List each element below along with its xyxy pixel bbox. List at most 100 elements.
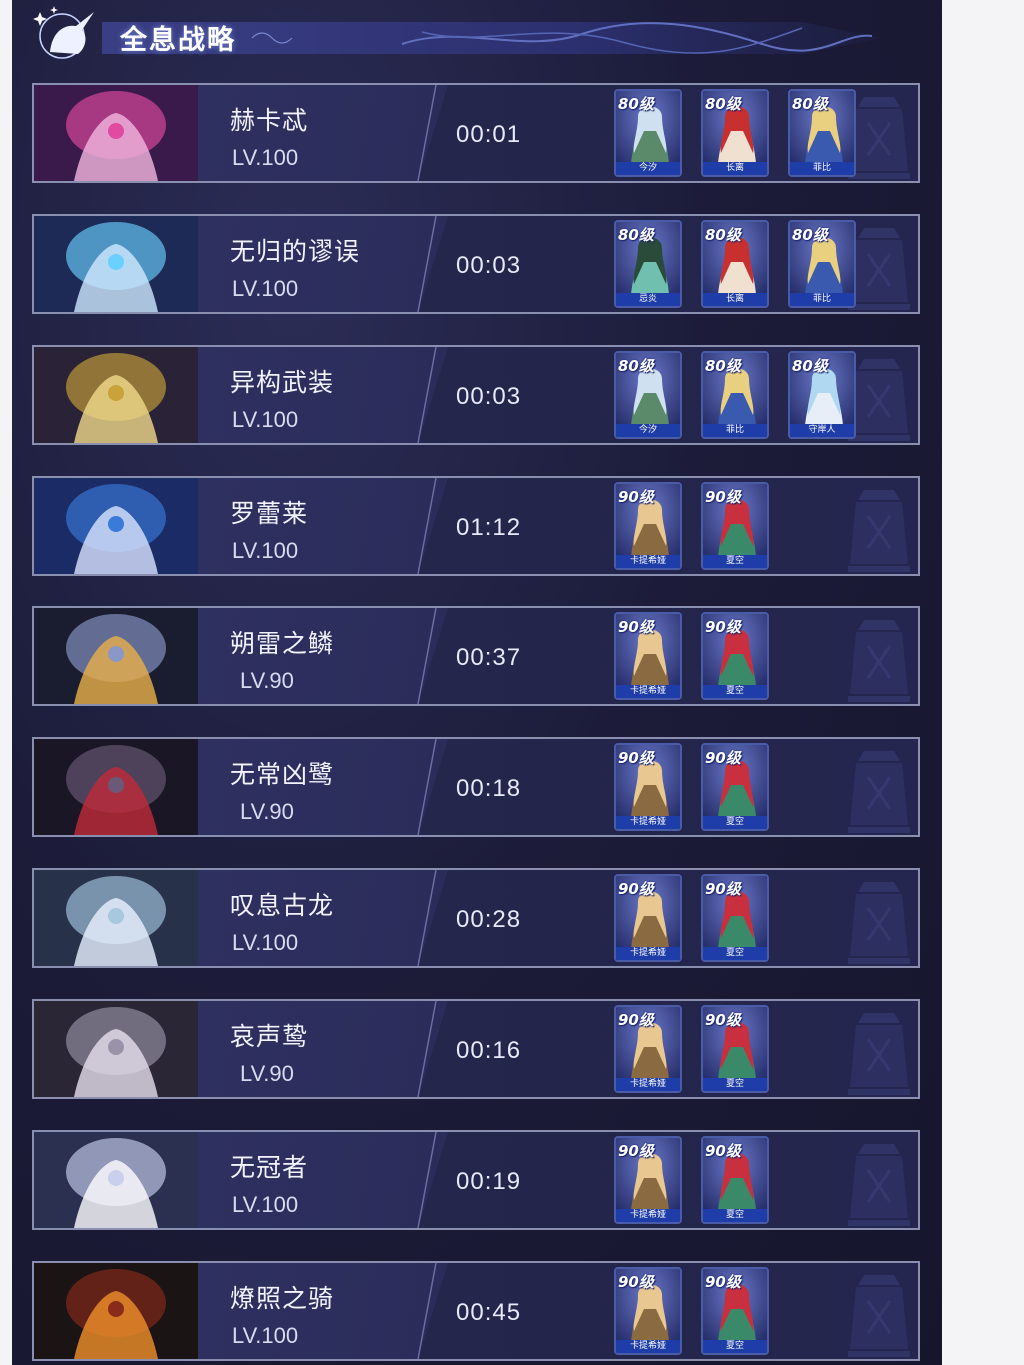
boss-name: 燎照之骑	[230, 1284, 335, 1313]
boss-portrait	[34, 216, 198, 312]
boss-portrait	[34, 739, 198, 835]
boss-level: LV.100	[232, 276, 299, 301]
clear-time: 00:03	[456, 383, 522, 410]
character-card[interactable]: 90级 夏空	[701, 874, 769, 962]
boss-level: LV.90	[240, 1061, 294, 1086]
boss-level: LV.100	[232, 407, 299, 432]
boss-portrait	[34, 347, 198, 443]
character-card[interactable]: 90级 夏空	[701, 1005, 769, 1093]
boss-name: 赫卡忒	[230, 106, 309, 135]
boss-row[interactable]: 无归的谬误 LV.100 00:03 80级 忌炎 80级 长离 80级 菲比	[32, 214, 920, 314]
character-card[interactable]: 90级 卡提希娅	[614, 1005, 682, 1093]
boss-portrait	[34, 608, 198, 704]
character-card[interactable]: 80级 今汐	[614, 89, 682, 177]
divider-slash	[417, 1001, 437, 1097]
character-level: 90级	[705, 1142, 741, 1160]
boss-portrait	[34, 478, 198, 574]
boss-row[interactable]: 赫卡忒 LV.100 00:01 80级 今汐 80级 长离 80级 菲比	[32, 83, 920, 183]
character-name: 卡提希娅	[616, 1209, 680, 1222]
character-name: 忌炎	[616, 293, 680, 306]
character-card[interactable]: 90级 夏空	[701, 743, 769, 831]
character-name: 卡提希娅	[616, 947, 680, 960]
clear-time: 00:45	[456, 1299, 522, 1326]
character-name: 长离	[703, 293, 767, 306]
clear-time: 01:12	[456, 514, 522, 541]
lantern-watermark-icon	[848, 882, 910, 964]
divider-slash	[417, 1263, 437, 1359]
header: 全息战略	[12, 0, 942, 70]
clear-time: 00:01	[456, 121, 522, 148]
boss-row[interactable]: 无冠者 LV.100 00:19 90级 卡提希娅 90级 夏空	[32, 1130, 920, 1230]
clear-time: 00:16	[456, 1037, 522, 1064]
boss-row[interactable]: 异构武装 LV.100 00:03 80级 今汐 80级 菲比 80级 守岸人	[32, 345, 920, 445]
character-level: 90级	[618, 749, 654, 767]
lantern-watermark-icon	[848, 751, 910, 833]
boss-row[interactable]: 无常凶鹭 LV.90 00:18 90级 卡提希娅 90级 夏空	[32, 737, 920, 837]
character-name: 夏空	[703, 685, 767, 698]
character-card[interactable]: 80级 菲比	[788, 89, 856, 177]
boss-portrait	[34, 1263, 198, 1359]
character-name: 卡提希娅	[616, 816, 680, 829]
character-card[interactable]: 90级 夏空	[701, 1136, 769, 1224]
character-card[interactable]: 80级 守岸人	[788, 351, 856, 439]
character-name: 今汐	[616, 424, 680, 437]
character-level: 90级	[705, 618, 741, 636]
divider-slash	[417, 870, 437, 966]
character-level: 90级	[705, 1273, 741, 1291]
boss-row[interactable]: 朔雷之鳞 LV.90 00:37 90级 卡提希娅 90级 夏空	[32, 606, 920, 706]
divider-slash	[417, 1132, 437, 1228]
page-title: 全息战略	[120, 25, 236, 56]
boss-name: 异构武装	[230, 368, 335, 397]
boss-level: LV.100	[232, 145, 299, 170]
boss-row[interactable]: 叹息古龙 LV.100 00:28 90级 卡提希娅 90级 夏空	[32, 868, 920, 968]
character-name: 夏空	[703, 1078, 767, 1091]
character-card[interactable]: 90级 夏空	[701, 482, 769, 570]
lantern-watermark-icon	[848, 1013, 910, 1095]
character-card[interactable]: 90级 夏空	[701, 612, 769, 700]
character-level: 90级	[618, 618, 654, 636]
clear-time: 00:18	[456, 775, 522, 802]
character-level: 90级	[618, 880, 654, 898]
lantern-watermark-icon	[848, 490, 910, 572]
character-level: 90级	[618, 488, 654, 506]
boss-portrait	[34, 1132, 198, 1228]
character-level: 90级	[618, 1273, 654, 1291]
character-card[interactable]: 90级 卡提希娅	[614, 1136, 682, 1224]
boss-row[interactable]: 罗蕾莱 LV.100 01:12 90级 卡提希娅 90级 夏空	[32, 476, 920, 576]
character-card[interactable]: 90级 卡提希娅	[614, 482, 682, 570]
character-name: 夏空	[703, 1340, 767, 1353]
character-card[interactable]: 90级 卡提希娅	[614, 612, 682, 700]
character-name: 菲比	[790, 293, 854, 306]
character-name: 菲比	[790, 162, 854, 175]
character-card[interactable]: 80级 忌炎	[614, 220, 682, 308]
character-card[interactable]: 80级 今汐	[614, 351, 682, 439]
boss-level: LV.90	[240, 799, 294, 824]
character-level: 90级	[705, 1011, 741, 1029]
boss-level: LV.100	[232, 1323, 299, 1348]
unicorn-icon	[33, 6, 94, 59]
boss-row[interactable]: 燎照之骑 LV.100 00:45 90级 卡提希娅 90级 夏空	[32, 1261, 920, 1361]
character-name: 夏空	[703, 555, 767, 568]
character-name: 卡提希娅	[616, 1078, 680, 1091]
boss-row[interactable]: 哀声鸷 LV.90 00:16 90级 卡提希娅 90级 夏空	[32, 999, 920, 1099]
boss-level: LV.100	[232, 930, 299, 955]
divider-slash	[417, 478, 437, 574]
boss-portrait	[34, 85, 198, 181]
character-card[interactable]: 80级 长离	[701, 89, 769, 177]
character-card[interactable]: 80级 菲比	[788, 220, 856, 308]
character-name: 今汐	[616, 162, 680, 175]
character-name: 卡提希娅	[616, 685, 680, 698]
divider-slash	[417, 85, 437, 181]
character-name: 夏空	[703, 947, 767, 960]
character-level: 80级	[792, 226, 828, 244]
character-card[interactable]: 80级 菲比	[701, 351, 769, 439]
divider-slash	[417, 216, 437, 312]
character-card[interactable]: 90级 卡提希娅	[614, 1267, 682, 1355]
lantern-watermark-icon	[848, 1144, 910, 1226]
strategy-panel: 全息战略 赫卡忒 LV.100 00:01 80级 今汐 80级 长离 80级 …	[12, 0, 942, 1365]
character-card[interactable]: 90级 卡提希娅	[614, 743, 682, 831]
character-card[interactable]: 80级 长离	[701, 220, 769, 308]
boss-level: LV.90	[240, 668, 294, 693]
character-card[interactable]: 90级 夏空	[701, 1267, 769, 1355]
character-card[interactable]: 90级 卡提希娅	[614, 874, 682, 962]
